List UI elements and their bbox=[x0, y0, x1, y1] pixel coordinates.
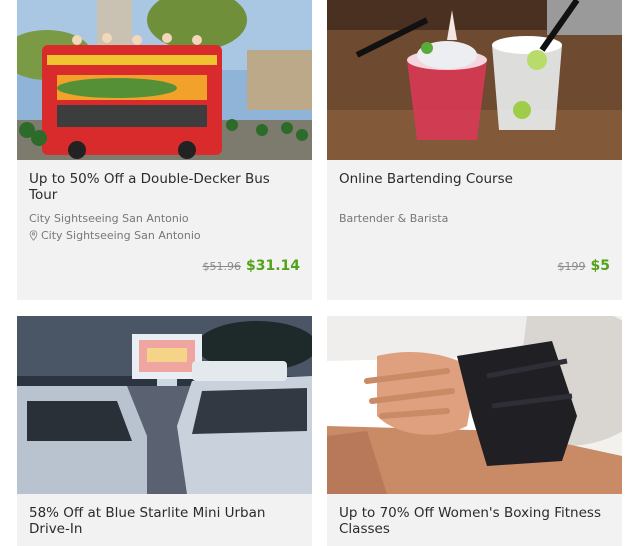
deal-image-bus-tour[interactable] bbox=[17, 0, 312, 160]
deal-merchant: Bartender & Barista bbox=[339, 212, 449, 225]
map-pin-icon bbox=[29, 230, 38, 241]
deal-image-bartending[interactable] bbox=[327, 0, 622, 160]
deal-location: City Sightseeing San Antonio bbox=[29, 229, 201, 242]
deal-title[interactable]: Up to 50% Off a Double-Decker Bus Tour bbox=[29, 171, 300, 203]
deal-location-text: City Sightseeing San Antonio bbox=[41, 229, 201, 242]
deal-title[interactable]: Online Bartending Course bbox=[339, 171, 610, 187]
sale-price: $31.14 bbox=[245, 258, 300, 274]
deal-card-boxing[interactable]: Up to 70% Off Women's Boxing Fitness Cla… bbox=[327, 316, 622, 546]
deal-price: $199 $5 bbox=[558, 258, 610, 274]
deal-merchant: City Sightseeing San Antonio bbox=[29, 212, 189, 225]
sale-price: $5 bbox=[590, 258, 610, 274]
deal-image-boxing[interactable] bbox=[327, 316, 622, 494]
deal-card-bartending[interactable]: Online Bartending Course Bartender & Bar… bbox=[327, 0, 622, 300]
deal-card-bus-tour[interactable]: Up to 50% Off a Double-Decker Bus Tour C… bbox=[17, 0, 312, 300]
original-price: $51.96 bbox=[202, 260, 241, 273]
deal-price: $51.96 $31.14 bbox=[202, 258, 300, 274]
deal-title[interactable]: 58% Off at Blue Starlite Mini Urban Driv… bbox=[29, 505, 300, 537]
original-price: $199 bbox=[557, 260, 586, 273]
deal-card-drive-in[interactable]: 58% Off at Blue Starlite Mini Urban Driv… bbox=[17, 316, 312, 546]
deal-image-drive-in[interactable] bbox=[17, 316, 312, 494]
deal-title[interactable]: Up to 70% Off Women's Boxing Fitness Cla… bbox=[339, 505, 610, 537]
